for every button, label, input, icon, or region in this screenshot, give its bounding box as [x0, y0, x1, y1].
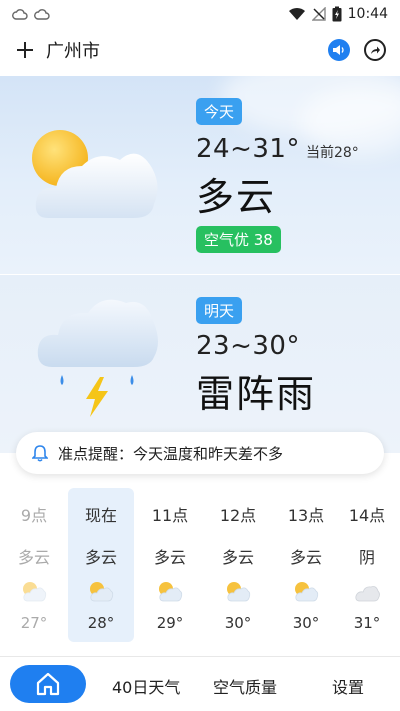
status-left — [12, 8, 50, 20]
share-button[interactable] — [364, 39, 386, 61]
reminder-text: 准点提醒：今天温度和昨天差不多 — [58, 444, 284, 463]
bell-icon — [32, 445, 48, 462]
partly-cloudy-icon — [227, 582, 251, 602]
hour-time: 11点 — [151, 506, 189, 525]
plus-icon — [17, 42, 33, 58]
overcast-icon — [355, 586, 380, 602]
today-card[interactable]: 今天 24~31° 当前28° 多云 空气优 38 — [0, 76, 400, 274]
hour-item[interactable]: 12点 多云 30° — [205, 488, 271, 642]
today-info: 今天 — [196, 98, 243, 125]
partly-cloudy-icon — [90, 582, 114, 602]
share-arrow-icon — [371, 46, 380, 54]
nav-settings[interactable]: 设置 — [332, 674, 364, 698]
hour-temp: 28° — [87, 614, 115, 632]
bottom-nav: 40日天气 空气质量 设置 — [0, 656, 400, 711]
hour-time: 12点 — [219, 506, 257, 525]
hour-condition: 多云 — [221, 548, 254, 567]
add-city-button[interactable] — [14, 39, 36, 61]
today-current-temp: 当前28° — [305, 145, 359, 161]
header-actions — [328, 39, 386, 61]
partly-cloudy-large-icon — [32, 130, 158, 218]
hour-time: 14点 — [348, 506, 386, 525]
today-temp-range: 24~31° — [196, 134, 300, 164]
hourly-forecast[interactable]: 9点 多云 27° 现在 多云 28° 11点 多云 29° 12点 多云 30… — [0, 488, 400, 644]
hour-condition: 多云 — [153, 548, 186, 567]
hour-item[interactable]: 13点 多云 30° — [273, 488, 339, 642]
nav-home-button[interactable] — [10, 665, 86, 703]
hour-item[interactable]: 11点 多云 29° — [137, 488, 203, 642]
today-temp-row: 24~31° 当前28° — [196, 134, 359, 164]
home-icon — [36, 672, 60, 696]
tomorrow-temp-row: 23~30° — [196, 331, 300, 361]
hour-temp: 29° — [156, 614, 184, 632]
hour-time: 9点 — [20, 506, 48, 525]
battery-charging-icon — [332, 6, 342, 22]
hour-condition: 多云 — [84, 548, 117, 567]
hour-item-current[interactable]: 现在 多云 28° — [68, 488, 134, 642]
partly-cloudy-icon — [295, 582, 319, 602]
app-header: 广州市 — [0, 28, 400, 72]
tomorrow-info: 明天 — [196, 297, 243, 324]
partly-cloudy-icon — [159, 582, 183, 602]
hour-item[interactable]: 14点 阴 31° — [334, 488, 400, 642]
hour-temp: 30° — [292, 614, 320, 632]
partly-cloudy-icon — [23, 582, 47, 602]
today-aqi-row: 空气优 38 — [196, 226, 281, 253]
hour-temp: 31° — [353, 614, 381, 632]
today-condition: 多云 — [196, 175, 277, 219]
hour-item[interactable]: 9点 多云 27° — [1, 488, 67, 642]
thunderstorm-large-icon — [37, 299, 158, 417]
tomorrow-card[interactable]: 明天 23~30° 雷阵雨 — [0, 275, 400, 453]
status-right: 10:44 — [288, 6, 388, 22]
tomorrow-badge: 明天 — [196, 297, 243, 324]
tomorrow-temp-range: 23~30° — [196, 331, 300, 361]
hour-temp: 30° — [224, 614, 252, 632]
status-bar: 10:44 — [0, 0, 400, 28]
nav-air-quality[interactable]: 空气质量 — [213, 674, 277, 698]
no-signal-icon — [311, 7, 326, 21]
hour-temp: 27° — [20, 614, 48, 632]
nav-40day-forecast[interactable]: 40日天气 — [112, 674, 180, 698]
aqi-badge[interactable]: 空气优 38 — [196, 226, 281, 253]
cloud-sync-icon-2 — [34, 9, 50, 20]
hour-condition: 阴 — [358, 548, 375, 567]
hour-time: 现在 — [84, 506, 117, 525]
hour-time: 13点 — [287, 506, 325, 525]
status-time: 10:44 — [347, 6, 388, 22]
hour-condition: 多云 — [289, 548, 322, 567]
voice-broadcast-button[interactable] — [328, 39, 350, 61]
hour-condition: 多云 — [17, 548, 50, 567]
wifi-icon — [288, 7, 305, 20]
speaker-icon — [333, 45, 344, 55]
tomorrow-condition-row: 雷阵雨 — [196, 363, 316, 418]
city-name[interactable]: 广州市 — [46, 37, 100, 63]
today-condition-row: 多云 — [196, 166, 276, 221]
reminder-bar[interactable]: 准点提醒：今天温度和昨天差不多 — [16, 432, 384, 474]
cloud-sync-icon — [12, 9, 28, 20]
tomorrow-condition: 雷阵雨 — [196, 372, 317, 416]
today-badge: 今天 — [196, 98, 243, 125]
